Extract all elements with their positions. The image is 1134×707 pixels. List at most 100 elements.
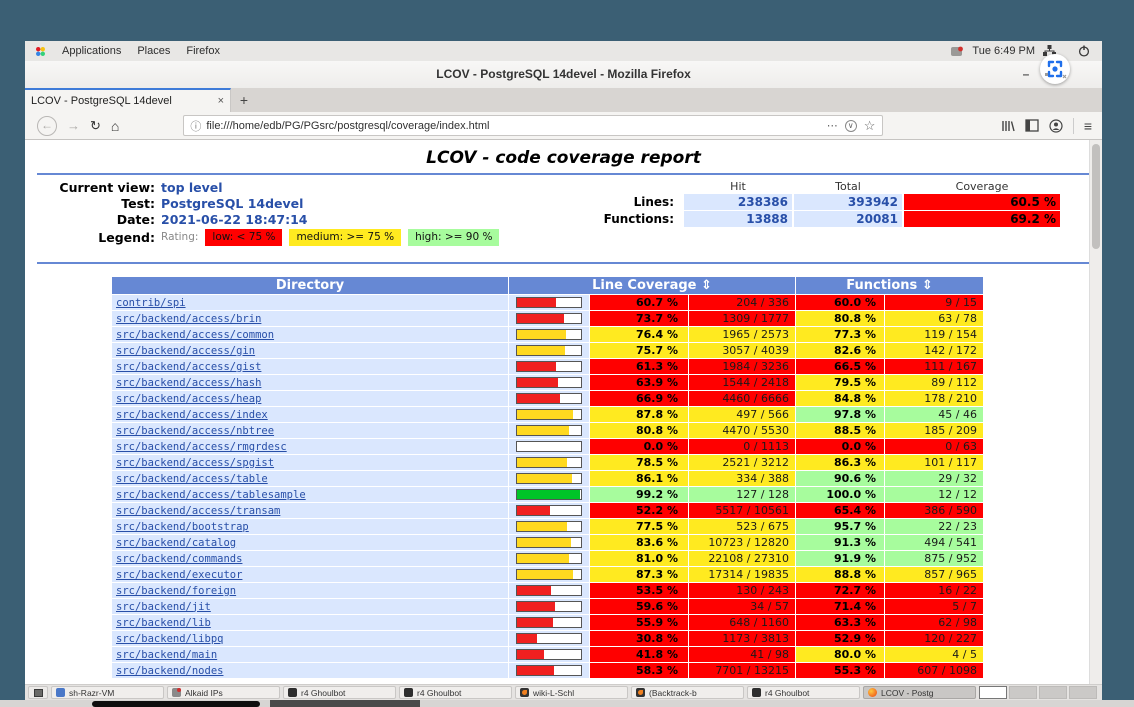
legend-chip: low: < 75 % <box>205 229 282 246</box>
directory-link[interactable]: src/backend/access/rmgrdesc <box>116 441 287 453</box>
func-ratio-cell: 101 / 117 <box>885 455 983 470</box>
directory-link[interactable]: src/backend/access/table <box>116 473 268 485</box>
directory-link[interactable]: src/backend/access/brin <box>116 313 261 325</box>
coverage-bar-fill <box>517 634 537 643</box>
directory-link[interactable]: src/backend/access/gin <box>116 345 255 357</box>
sort-updown-icon[interactable]: ⇕ <box>922 278 933 293</box>
line-pct-cell: 53.5 % <box>590 583 688 598</box>
func-pct-cell: 65.4 % <box>796 503 884 518</box>
taskbar-window-button[interactable]: sh-Razr-VM <box>51 686 164 699</box>
coverage-bar <box>516 489 582 500</box>
directory-link[interactable]: src/backend/nodes <box>116 665 223 677</box>
reload-icon[interactable]: ↻ <box>90 118 101 134</box>
column-header-functions[interactable]: Functions ⇕ <box>796 277 983 294</box>
directory-link[interactable]: src/backend/main <box>116 649 217 661</box>
tab-lcov[interactable]: LCOV - PostgreSQL 14devel × <box>25 88 231 112</box>
func-ratio-cell: 119 / 154 <box>885 327 983 342</box>
directory-link[interactable]: src/backend/access/nbtree <box>116 425 274 437</box>
taskbar-window-button[interactable]: LCOV - Postg <box>863 686 976 699</box>
legend-chips: low: < 75 %medium: >= 75 %high: >= 90 % <box>198 228 499 243</box>
workspace-4[interactable] <box>1069 686 1097 699</box>
workspace-2[interactable] <box>1009 686 1037 699</box>
sort-updown-icon[interactable]: ⇕ <box>701 278 712 293</box>
directory-link[interactable]: src/backend/lib <box>116 617 211 629</box>
window-icon <box>636 688 645 697</box>
directory-link[interactable]: src/backend/access/heap <box>116 393 261 405</box>
coverage-bar-fill <box>517 506 550 515</box>
func-pct-cell: 88.8 % <box>796 567 884 582</box>
scrollbar[interactable] <box>1089 140 1102 684</box>
func-ratio-cell: 63 / 78 <box>885 311 983 326</box>
library-icon[interactable] <box>1001 119 1015 133</box>
show-desktop-button[interactable] <box>28 686 48 699</box>
back-icon[interactable]: ← <box>37 116 57 136</box>
taskbar-window-button[interactable]: wiki-L-Schl <box>515 686 628 699</box>
forward-icon[interactable]: → <box>67 118 80 133</box>
table-row: contrib/spi 60.7 % 204 / 336 60.0 % 9 / … <box>112 295 983 310</box>
taskbar-window-button[interactable]: r4 Ghoulbot <box>399 686 512 699</box>
directory-link[interactable]: contrib/spi <box>116 297 186 309</box>
minimize-button[interactable]: – <box>1016 61 1036 88</box>
line-pct-cell: 76.4 % <box>590 327 688 342</box>
power-icon[interactable] <box>1078 45 1090 57</box>
date-value: 2021-06-22 18:47:14 <box>161 212 499 227</box>
table-row: src/backend/access/gin 75.7 % 3057 / 403… <box>112 343 983 358</box>
coverage-bar-fill <box>517 362 556 371</box>
func-pct-cell: 66.5 % <box>796 359 884 374</box>
column-header-directory[interactable]: Directory <box>112 277 508 294</box>
workspace-switcher[interactable] <box>979 686 1099 699</box>
url-text[interactable]: file:///home/edb/PG/PGsrc/postgresql/cov… <box>206 120 826 132</box>
table-row: src/backend/access/transam 52.2 % 5517 /… <box>112 503 983 518</box>
sidebar-icon[interactable] <box>1025 119 1039 132</box>
directory-link[interactable]: src/backend/catalog <box>116 537 236 549</box>
line-ratio-cell: 127 / 128 <box>689 487 795 502</box>
func-pct-cell: 55.3 % <box>796 663 884 678</box>
directory-link[interactable]: src/backend/commands <box>116 553 242 565</box>
pocket-icon[interactable]: ∨ <box>845 120 857 132</box>
bookmark-star-icon[interactable]: ☆ <box>864 118 876 134</box>
directory-link[interactable]: src/backend/jit <box>116 601 211 613</box>
directory-link[interactable]: src/backend/executor <box>116 569 242 581</box>
url-bar[interactable]: ⓘ file:///home/edb/PG/PGsrc/postgresql/c… <box>183 115 883 136</box>
directory-link[interactable]: src/backend/access/transam <box>116 505 280 517</box>
scrollbar-thumb[interactable] <box>1092 144 1100 249</box>
func-ratio-cell: 4 / 5 <box>885 647 983 662</box>
current-view-label: Current view: <box>45 180 161 195</box>
menu-firefox[interactable]: Firefox <box>186 45 220 57</box>
line-ratio-cell: 1965 / 2573 <box>689 327 795 342</box>
taskbar-window-button[interactable]: r4 Ghoulbot <box>747 686 860 699</box>
coverage-bar-fill <box>517 378 558 387</box>
menu-places[interactable]: Places <box>137 45 170 57</box>
directory-link[interactable]: src/backend/access/tablesample <box>116 489 306 501</box>
directory-link[interactable]: src/backend/access/spgist <box>116 457 274 469</box>
directory-link[interactable]: src/backend/foreign <box>116 585 236 597</box>
panel-clock[interactable]: Tue 6:49 PM <box>972 45 1035 57</box>
workspace-1[interactable] <box>979 686 1007 699</box>
workspace-3[interactable] <box>1039 686 1067 699</box>
directory-link[interactable]: src/backend/libpq <box>116 633 223 645</box>
directory-link[interactable]: src/backend/access/common <box>116 329 274 341</box>
taskbar-window-button[interactable]: (Backtrack-b <box>631 686 744 699</box>
new-tab-button[interactable]: + <box>231 88 257 112</box>
menu-hamburger-icon[interactable]: ≡ <box>1084 118 1092 134</box>
func-ratio-cell: 142 / 172 <box>885 343 983 358</box>
coverage-bar <box>516 329 582 340</box>
directory-link[interactable]: src/backend/access/hash <box>116 377 261 389</box>
account-icon[interactable] <box>1049 119 1063 133</box>
line-ratio-cell: 2521 / 3212 <box>689 455 795 470</box>
taskbar-window-button[interactable]: Alkaid IPs <box>167 686 280 699</box>
directory-link[interactable]: src/backend/access/gist <box>116 361 261 373</box>
menu-applications[interactable]: Applications <box>62 45 121 57</box>
directory-link[interactable]: src/backend/bootstrap <box>116 521 249 533</box>
home-icon[interactable]: ⌂ <box>111 118 119 134</box>
directory-link[interactable]: src/backend/access/index <box>116 409 268 421</box>
column-header-line-coverage[interactable]: Line Coverage ⇕ <box>509 277 795 294</box>
site-info-icon[interactable]: ⓘ <box>190 118 201 134</box>
taskbar-window-button[interactable]: r4 Ghoulbot <box>283 686 396 699</box>
coverage-bar-fill <box>517 570 573 579</box>
tab-close-icon[interactable]: × <box>218 95 224 107</box>
func-pct-cell: 80.8 % <box>796 311 884 326</box>
current-view-link[interactable]: top level <box>161 180 223 195</box>
functions-total: 20081 <box>794 211 902 227</box>
overflow-icon[interactable]: ⋯ <box>827 119 838 132</box>
